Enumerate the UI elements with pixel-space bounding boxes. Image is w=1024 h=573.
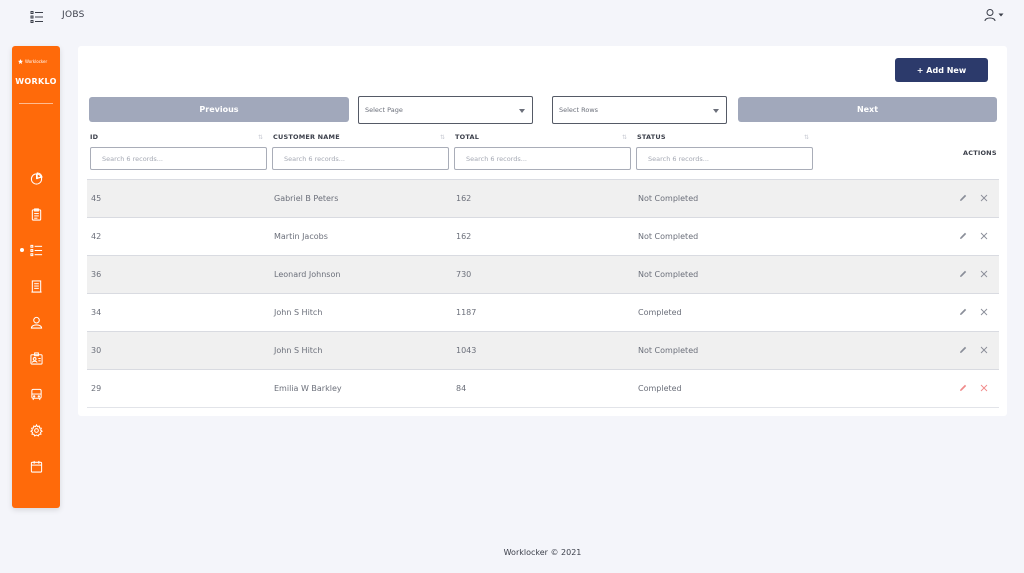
table-bottom-border <box>87 407 999 408</box>
table-row[interactable]: 29 Emilia W Barkley 84 Completed <box>87 369 999 407</box>
cell-total: 1043 <box>456 346 477 355</box>
close-icon[interactable] <box>979 345 989 355</box>
filter-total-input[interactable] <box>454 147 631 170</box>
column-header-actions: ACTIONS <box>963 149 997 157</box>
chevron-down-icon <box>713 109 719 113</box>
sidebar: Worklocker WORKLO <box>12 46 60 508</box>
sidebar-item-settings[interactable] <box>12 418 60 442</box>
sort-icon[interactable]: ⇅ <box>440 134 445 141</box>
table-row[interactable]: 42 Martin Jacobs 162 Not Completed <box>87 217 999 255</box>
sidebar-divider <box>19 103 53 104</box>
pencil-icon[interactable] <box>958 231 968 241</box>
gear-icon <box>29 423 43 437</box>
document-icon <box>30 279 42 293</box>
jobs-list-icon <box>29 244 42 256</box>
filter-status-input[interactable] <box>636 147 813 170</box>
select-rows-value: Select Rows <box>559 106 599 114</box>
footer-copyright: Worklocker © 2021 <box>503 548 582 557</box>
calendar-icon <box>30 460 42 473</box>
cell-status: Completed <box>638 384 682 393</box>
close-icon[interactable] <box>979 193 989 203</box>
id-badge-icon <box>29 351 43 365</box>
sidebar-item-calendar[interactable] <box>12 454 60 478</box>
close-icon[interactable] <box>979 269 989 279</box>
cell-total: 1187 <box>456 308 477 317</box>
cell-total: 84 <box>456 384 467 393</box>
pencil-icon[interactable] <box>958 345 968 355</box>
table-row[interactable]: 45 Gabriel B Peters 162 Not Completed <box>87 179 999 217</box>
sidebar-item-users[interactable] <box>12 310 60 334</box>
caret-down-icon <box>998 13 1004 17</box>
pencil-icon[interactable] <box>958 269 968 279</box>
close-icon[interactable] <box>979 307 989 317</box>
cell-customer-name: Martin Jacobs <box>274 232 328 241</box>
cell-total: 162 <box>456 194 472 203</box>
select-page-dropdown[interactable]: Select Page <box>358 96 533 124</box>
pencil-icon[interactable] <box>958 383 968 393</box>
select-rows-dropdown[interactable]: Select Rows <box>552 96 727 124</box>
cell-id: 36 <box>91 270 102 279</box>
close-icon[interactable] <box>979 383 989 393</box>
close-icon[interactable] <box>979 231 989 241</box>
sidebar-item-clipboard[interactable] <box>12 202 60 226</box>
select-page-value: Select Page <box>365 106 403 114</box>
user-icon <box>30 316 42 329</box>
cell-id: 30 <box>91 346 102 355</box>
jobs-card: + Add New Previous Select Page Select Ro… <box>78 46 1007 416</box>
pencil-icon[interactable] <box>958 193 968 203</box>
cell-total: 730 <box>456 270 472 279</box>
sort-icon[interactable]: ⇅ <box>804 134 809 141</box>
cell-status: Completed <box>638 308 682 317</box>
chevron-down-icon <box>519 109 525 113</box>
cell-status: Not Completed <box>638 270 699 279</box>
user-icon <box>984 9 996 22</box>
active-indicator <box>20 248 24 252</box>
cell-total: 162 <box>456 232 472 241</box>
sidebar-item-dashboard[interactable] <box>12 166 60 190</box>
column-header-id[interactable]: ID <box>90 133 98 141</box>
sort-icon[interactable]: ⇅ <box>622 134 627 141</box>
sidebar-item-staff[interactable] <box>12 346 60 370</box>
cell-customer-name: Emilia W Barkley <box>274 384 342 393</box>
page-title: JOBS <box>62 10 85 20</box>
filter-customer-name-input[interactable] <box>272 147 449 170</box>
brand-logo-small-text: Worklocker <box>25 58 48 64</box>
cell-status: Not Completed <box>638 346 699 355</box>
list-menu-icon[interactable] <box>30 9 44 23</box>
sidebar-item-documents[interactable] <box>12 274 60 298</box>
next-button[interactable]: Next <box>738 97 997 122</box>
cell-customer-name: Leonard Johnson <box>274 270 341 279</box>
cell-customer-name: John S Hitch <box>274 346 323 355</box>
clipboard-icon <box>31 207 41 221</box>
column-header-total[interactable]: TOTAL <box>455 133 479 141</box>
sidebar-item-vehicles[interactable] <box>12 382 60 406</box>
brand-logo-small: Worklocker <box>18 58 56 64</box>
user-menu[interactable] <box>984 8 1004 22</box>
sidebar-item-jobs[interactable] <box>12 238 60 262</box>
brand-mark-icon <box>18 58 23 64</box>
previous-button[interactable]: Previous <box>89 97 349 122</box>
cell-id: 34 <box>91 308 102 317</box>
pencil-icon[interactable] <box>958 307 968 317</box>
column-header-status[interactable]: STATUS <box>637 133 666 141</box>
sort-icon[interactable]: ⇅ <box>258 134 263 141</box>
dashboard-pie-icon <box>30 171 43 185</box>
table-row[interactable]: 36 Leonard Johnson 730 Not Completed <box>87 255 999 293</box>
top-bar: JOBS <box>0 0 1024 32</box>
table-row[interactable]: 34 John S Hitch 1187 Completed <box>87 293 999 331</box>
bus-icon <box>30 388 42 400</box>
add-new-button[interactable]: + Add New <box>895 58 988 82</box>
cell-customer-name: Gabriel B Peters <box>274 194 339 203</box>
cell-customer-name: John S Hitch <box>274 308 323 317</box>
brand-logo: WORKLO <box>15 77 57 86</box>
cell-status: Not Completed <box>638 232 699 241</box>
filter-id-input[interactable] <box>90 147 267 170</box>
table-row[interactable]: 30 John S Hitch 1043 Not Completed <box>87 331 999 369</box>
cell-status: Not Completed <box>638 194 699 203</box>
cell-id: 42 <box>91 232 102 241</box>
column-header-customer-name[interactable]: CUSTOMER NAME <box>273 133 340 141</box>
cell-id: 45 <box>91 194 102 203</box>
cell-id: 29 <box>91 384 102 393</box>
